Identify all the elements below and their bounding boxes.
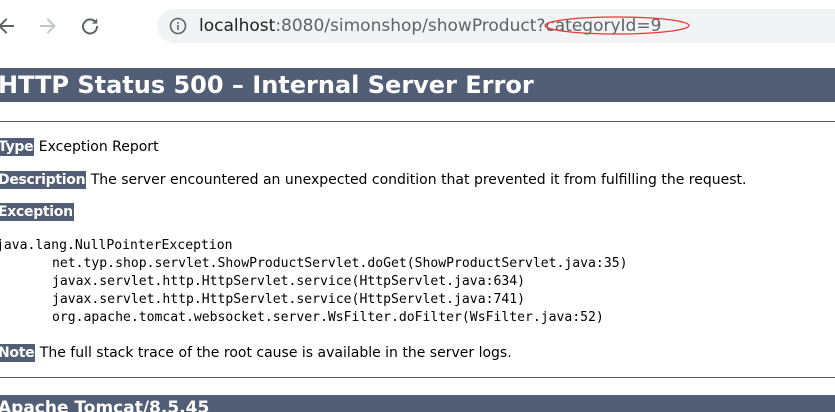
back-button[interactable] [0,10,20,42]
description-label: Description [0,171,87,189]
arrow-right-icon [40,18,56,34]
divider [0,377,835,378]
server-info: Apache Tomcat/8.5.45 [0,395,835,412]
note-label: Note [0,344,36,362]
stack-frame: javax.servlet.http.HttpServlet.service(H… [52,292,525,307]
info-icon[interactable] [169,17,187,35]
stack-exception: java.lang.NullPointerException [0,238,233,253]
arrow-left-icon [0,18,14,34]
annotation-ellipse [544,16,690,35]
type-value: Exception Report [34,139,159,155]
reload-icon [82,18,99,35]
divider [0,121,835,122]
address-bar[interactable]: localhost:8080/simonshop/showProduct?cat… [157,9,835,43]
browser-toolbar: localhost:8080/simonshop/showProduct?cat… [0,0,835,52]
page-title: HTTP Status 500 – Internal Server Error [0,68,835,102]
stack-frame: net.typ.shop.servlet.ShowProductServlet.… [52,256,628,271]
exception-row: Exception [0,203,74,221]
note-value: The full stack trace of the root cause i… [35,345,512,361]
type-row: Type Exception Report [0,138,159,156]
exception-label: Exception [0,203,74,221]
type-label: Type [0,138,35,156]
stack-frame: javax.servlet.http.HttpServlet.service(H… [52,274,525,289]
forward-button[interactable] [34,10,62,42]
reload-button[interactable] [76,10,104,42]
description-row: Description The server encountered an un… [0,171,746,189]
url-host: localhost [199,16,276,36]
stack-frame: org.apache.tomcat.websocket.server.WsFil… [52,310,604,325]
stack-trace: java.lang.NullPointerException net.typ.sh… [0,237,627,327]
description-value: The server encountered an unexpected con… [86,172,747,188]
note-row: Note The full stack trace of the root ca… [0,344,512,362]
